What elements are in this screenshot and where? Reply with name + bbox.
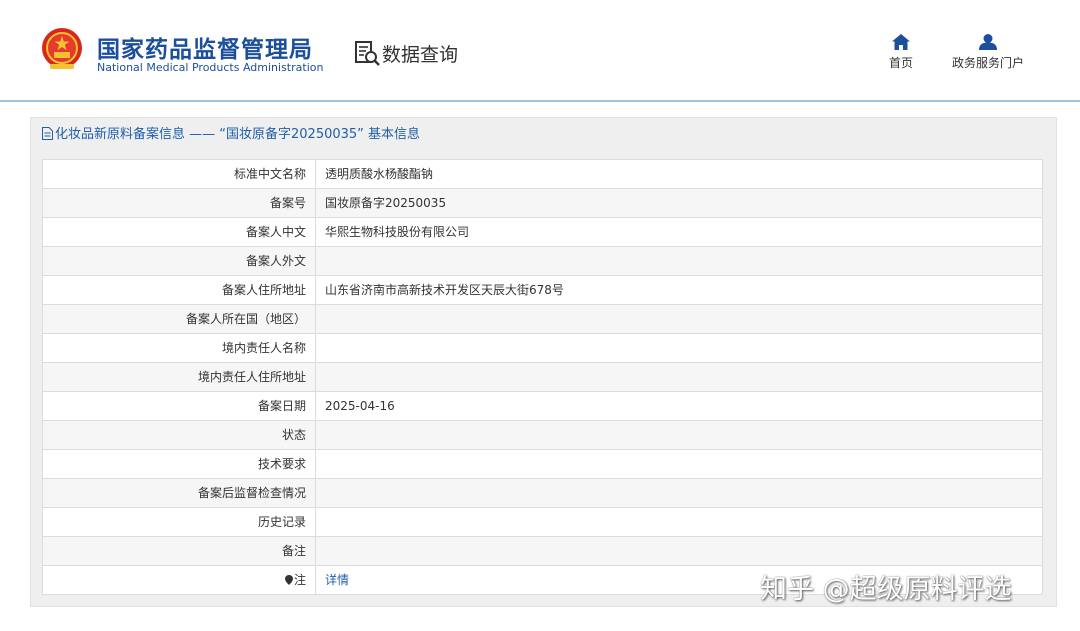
table-row: 备注 [43,537,1042,566]
table-row: 备案后监督检查情况 [43,479,1042,508]
table-row: 备案日期 2025-04-16 [43,392,1042,421]
row-label: 备注 [43,537,316,565]
row-label: 境内责任人住所地址 [43,363,316,391]
row-value [316,305,1042,333]
row-label: 技术要求 [43,450,316,478]
table-row: 技术要求 [43,450,1042,479]
row-value: 国妆原备字20250035 [325,196,447,210]
table-row: 备案号 国妆原备字20250035 [43,189,1042,218]
row-label: 备案日期 [43,392,316,420]
nav-home-label: 首页 [888,56,913,70]
pin-icon [284,575,293,585]
row-value [316,537,1042,565]
table-row: 历史记录 [43,508,1042,537]
document-icon [42,127,53,140]
table-row: 境内责任人住所地址 [43,363,1042,392]
row-label: 备案后监督检查情况 [43,479,316,507]
org-name-cn: 国家药品监督管理局 [97,37,313,63]
nav-home[interactable]: 首页 [885,34,917,71]
table-row: 备案人中文 华熙生物科技股份有限公司 [43,218,1042,247]
row-value: 山东省济南市高新技术开发区天辰大街678号 [325,283,564,297]
watermark: 知乎 @超级原料评选 [760,574,1012,605]
row-value [316,421,1042,449]
user-icon [979,34,997,50]
row-value [316,363,1042,391]
national-emblem-icon [42,28,82,69]
nav-service-portal[interactable]: 政务服务门户 [948,34,1028,71]
row-label: 历史记录 [43,508,316,536]
row-label: 备案号 [43,189,316,217]
row-label: 备案人所在国（地区） [43,305,316,333]
nav-service-portal-label: 政务服务门户 [951,56,1024,70]
row-label-note: 注 [43,566,316,594]
header-divider [0,100,1080,102]
data-query-icon [355,41,380,66]
row-value: 透明质酸水杨酸酯钠 [325,167,434,181]
row-label: 备案人中文 [43,218,316,246]
table-row: 标准中文名称 透明质酸水杨酸酯钠 [43,160,1042,189]
home-icon [892,34,910,50]
site-header: 国家药品监督管理局 National Medical Products Admi… [0,0,1080,101]
row-label: 状态 [43,421,316,449]
row-value: 2025-04-16 [325,399,395,413]
row-value [316,334,1042,362]
row-value [316,450,1042,478]
row-label: 境内责任人名称 [43,334,316,362]
row-label: 备案人住所地址 [43,276,316,304]
row-label-text: 注 [293,573,306,587]
data-query-title: 数据查询 [382,44,459,66]
table-row: 备案人外文 [43,247,1042,276]
row-value [316,508,1042,536]
row-label: 标准中文名称 [43,160,316,188]
info-table: 标准中文名称 透明质酸水杨酸酯钠 备案号 国妆原备字20250035 备案人中文… [42,159,1043,595]
panel-title: 化妆品新原料备案信息 —— “国妆原备字20250035” 基本信息 [42,123,420,142]
row-value: 华熙生物科技股份有限公司 [325,225,470,239]
row-value [316,479,1042,507]
table-row: 境内责任人名称 [43,334,1042,363]
org-name-en: National Medical Products Administration [97,61,324,74]
panel-title-text: 化妆品新原料备案信息 —— “国妆原备字20250035” 基本信息 [55,127,421,142]
table-row: 备案人住所地址 山东省济南市高新技术开发区天辰大街678号 [43,276,1042,305]
table-row: 状态 [43,421,1042,450]
table-row: 备案人所在国（地区） [43,305,1042,334]
row-label: 备案人外文 [43,247,316,275]
row-value [316,247,1042,275]
